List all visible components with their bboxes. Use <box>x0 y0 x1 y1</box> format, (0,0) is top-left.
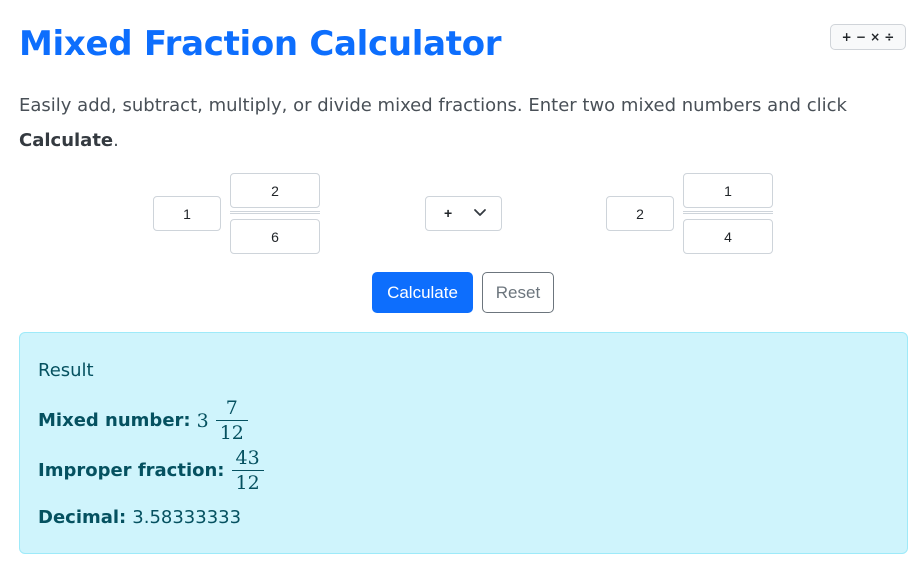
second-whole-input[interactable]: 2 <box>606 196 674 231</box>
intro-sentence: Easily add, subtract, multiply, or divid… <box>19 95 847 116</box>
mixed-number-numerator: 7 <box>225 397 238 419</box>
chevron-down-icon <box>474 209 486 216</box>
mixed-number-denominator: 12 <box>215 420 248 445</box>
first-numerator-input[interactable]: 2 <box>230 173 320 208</box>
decimal-label: Decimal: <box>38 507 127 528</box>
intro-bold: Calculate <box>19 130 114 151</box>
second-numerator-input[interactable]: 1 <box>683 173 773 208</box>
intro-period: . <box>113 130 119 151</box>
improper-fraction-numerator: 43 <box>235 447 260 469</box>
page-title: Mixed Fraction Calculator <box>19 24 502 64</box>
mixed-number-fraction: 7 12 <box>215 396 248 445</box>
result-heading: Result <box>38 360 94 381</box>
first-whole-input[interactable]: 1 <box>153 196 221 231</box>
mixed-number-label: Mixed number: <box>38 410 191 431</box>
improper-fraction-denominator: 12 <box>231 470 264 495</box>
decimal-row: Decimal: 3.58333333 <box>38 507 241 528</box>
improper-fraction-label: Improper fraction: <box>38 460 225 481</box>
second-denominator-input[interactable]: 4 <box>683 219 773 254</box>
improper-fraction-row: Improper fraction: 43 12 <box>38 446 264 495</box>
reset-button[interactable]: Reset <box>482 272 554 313</box>
result-panel: Result Mixed number: 3 7 12 Improper fra… <box>19 332 908 554</box>
operators-badge: + − × ÷ <box>830 24 906 50</box>
operator-selected: + <box>444 205 453 221</box>
intro-text: Easily add, subtract, multiply, or divid… <box>19 88 879 158</box>
improper-fraction-value: 43 12 <box>231 446 264 495</box>
second-fraction-bar <box>683 211 773 214</box>
mixed-number-row: Mixed number: 3 7 12 <box>38 396 248 445</box>
first-fraction-bar <box>230 211 320 214</box>
calculate-button[interactable]: Calculate <box>372 272 473 313</box>
operator-select[interactable]: + <box>425 196 502 231</box>
decimal-value: 3.58333333 <box>132 507 242 528</box>
first-denominator-input[interactable]: 6 <box>230 219 320 254</box>
mixed-number-whole: 3 <box>196 409 209 432</box>
